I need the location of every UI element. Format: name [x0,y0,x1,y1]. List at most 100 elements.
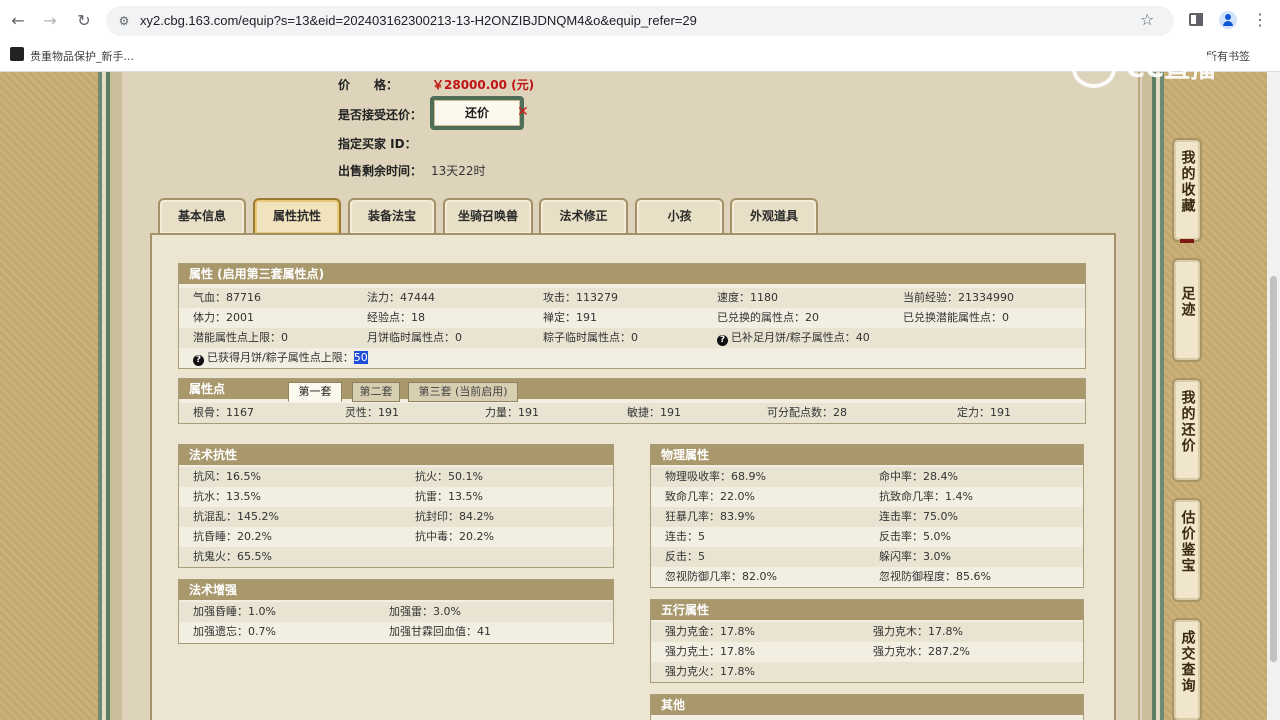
sidebar-icon[interactable] [1186,10,1206,30]
five-elements-title: 五行属性 [651,600,1083,620]
tab-attributes[interactable]: 属性抗性 [253,198,341,234]
subtab-set-2[interactable]: 第二套 [352,382,400,402]
attr-cell: 粽子临时属性点：0 [543,331,638,344]
side-tab-deals[interactable]: 成交查询 [1172,618,1202,720]
site-info-icon[interactable]: ⚙ [116,13,132,29]
buyer-id-label: 指定买家 ID： [338,137,417,151]
wuxing-cell: 强力克火：17.8% [665,665,755,678]
side-tab-label: 我的收藏 [1179,150,1196,214]
counter-offer-button[interactable]: 还价 [430,96,524,130]
wuxing-cell: 强力克木：17.8% [873,625,963,638]
enhance-cell: 加强甘霖回血值：41 [389,625,491,638]
tab-appearance[interactable]: 外观道具 [730,198,818,234]
physical-cell: 连击率：75.0% [879,510,958,523]
profile-avatar-icon[interactable] [1218,10,1238,30]
attributes-box: 属性 (启用第三套属性点) 气血：87716 法力：47444 攻击：11327… [178,263,1086,369]
physical-cell: 忽视防御几率：82.0% [665,570,777,583]
watermark-logo: CC直播 [1072,46,1242,92]
attr-cell: 经验点：18 [367,311,425,324]
other-box: 其他 [650,694,1084,720]
url-text[interactable]: xy2.cbg.163.com/equip?s=13&eid=202403162… [140,13,697,28]
resist-cell: 抗封印：84.2% [415,510,494,523]
tab-equipment[interactable]: 装备法宝 [348,198,436,234]
address-bar[interactable]: ⚙ xy2.cbg.163.com/equip?s=13&eid=2024031… [106,6,1174,36]
side-tab-appraisal[interactable]: 估价鉴宝 [1172,498,1202,602]
price-label: 价 格： [338,78,399,92]
side-tab-label: 估价鉴宝 [1179,510,1196,574]
attr-cell: 攻击：113279 [543,291,618,304]
back-icon[interactable]: ← [8,11,28,31]
physical-cell: 反击：5 [665,550,705,563]
physical-cell: 躲闪率：3.0% [879,550,951,563]
physical-cell: 致命几率：22.0% [665,490,755,503]
tab-children[interactable]: 小孩 [635,198,724,234]
attr-cell-with-help: ? 已补足月饼/粽子属性点：40 [717,328,870,348]
physical-attributes-box: 物理属性 物理吸收率：68.9% 命中率：28.4% 致命几率：22.0% 抗致… [650,444,1084,588]
attr-cell: 速度：1180 [717,291,778,304]
resist-cell: 抗水：13.5% [193,490,261,503]
physical-cell: 忽视防御程度：85.6% [879,570,991,583]
resist-cell: 抗火：50.1% [415,470,483,483]
menu-icon[interactable]: ⋮ [1250,10,1270,30]
wuxing-cell: 强力克土：17.8% [665,645,755,658]
counter-offer-button-label: 还价 [434,100,520,126]
points-cell: 敏捷：191 [627,406,681,419]
bookmark-item[interactable]: 贵重物品保护_新手... [30,48,134,64]
side-tab-favorites[interactable]: 我的收藏 [1172,138,1202,243]
points-cell: 根骨：1167 [193,406,254,419]
physical-cell: 狂暴几率：83.9% [665,510,755,523]
five-elements-box: 五行属性 强力克金：17.8% 强力克木：17.8% 强力克土：17.8% 强力… [650,599,1084,683]
attr-cell: 当前经验：21334990 [903,291,1014,304]
resist-cell: 抗混乱：145.2% [193,510,279,523]
price-value: ￥28000.00 (元) [432,78,535,92]
physical-attributes-title: 物理属性 [651,445,1083,465]
enhance-cell: 加强雷：3.0% [389,605,461,618]
physical-cell: 物理吸收率：68.9% [665,470,766,483]
tab-basic-info[interactable]: 基本信息 [158,198,246,234]
help-icon[interactable]: ? [717,335,728,346]
attr-cell: 禅定：191 [543,311,597,324]
left-background [0,72,100,720]
page-scrollbar[interactable] [1267,72,1280,720]
side-tab-label: 成交查询 [1179,630,1196,694]
spell-resistance-box: 法术抗性 抗风：16.5% 抗火：50.1% 抗水：13.5% 抗雷：13.5%… [178,444,614,568]
side-tab-label: 我的还价 [1179,390,1196,454]
wuxing-cell: 强力克水：287.2% [873,645,970,658]
close-icon: ✕ [517,104,529,120]
time-left-label: 出售剩余时间： [338,164,423,178]
other-title: 其他 [651,695,1083,715]
help-icon[interactable]: ? [193,355,204,366]
points-cell: 可分配点数：28 [767,406,847,419]
spell-resistance-title: 法术抗性 [179,445,613,465]
attr-cell-with-help: ? 已获得月饼/粽子属性点上限：50 [193,348,368,368]
right-frame [1142,72,1164,720]
tab-spell-modifiers[interactable]: 法术修正 [539,198,628,234]
reload-icon[interactable]: ↻ [74,11,94,31]
resist-cell: 抗雷：13.5% [415,490,483,503]
enhance-cell: 加强遗忘：0.7% [193,625,276,638]
selected-text: 50 [353,351,368,364]
attr-cell: 已兑换的属性点：20 [717,311,819,324]
spell-enhance-title: 法术增强 [179,580,613,600]
physical-cell: 连击：5 [665,530,705,543]
counter-offer-label: 是否接受还价： [338,108,423,122]
side-tab-history[interactable]: 足迹 [1172,258,1202,362]
resist-cell: 抗鬼火：65.5% [193,550,272,563]
spell-enhance-box: 法术增强 加强昏睡：1.0% 加强雷：3.0% 加强遗忘：0.7% 加强甘霖回血… [178,579,614,644]
bookmark-star-icon[interactable]: ☆ [1140,10,1154,29]
subtab-set-3[interactable]: 第三套 (当前启用) [408,382,518,402]
scroll-thumb[interactable] [1270,276,1277,662]
wuxing-cell: 强力克金：17.8% [665,625,755,638]
attr-cell: 气血：87716 [193,291,261,304]
attr-cell: 潜能属性点上限：0 [193,331,288,344]
side-tab-my-counteroffers[interactable]: 我的还价 [1172,378,1202,482]
points-cell: 力量：191 [485,406,539,419]
bookmark-favicon-icon [10,47,24,61]
attr-cell: 已兑换潜能属性点：0 [903,311,1009,324]
physical-cell: 反击率：5.0% [879,530,951,543]
points-cell: 定力：191 [957,406,1011,419]
attributes-title: 属性 (启用第三套属性点) [179,264,1085,284]
forward-icon[interactable]: → [40,11,60,31]
subtab-set-1[interactable]: 第一套 [288,382,342,402]
tab-mounts-pets[interactable]: 坐骑召唤兽 [443,198,533,234]
